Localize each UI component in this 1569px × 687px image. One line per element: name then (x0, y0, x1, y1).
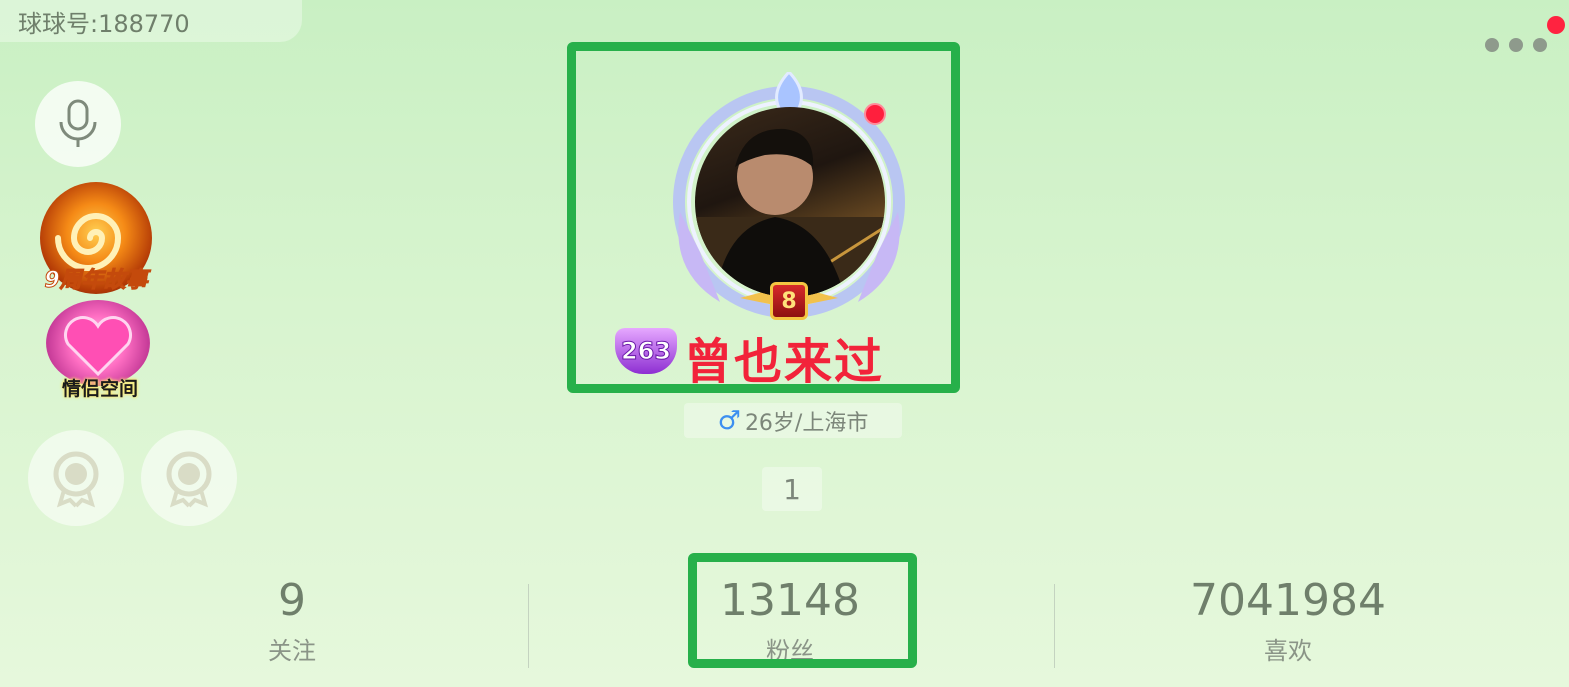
male-icon: ♂ (717, 405, 741, 436)
dot (1533, 38, 1547, 52)
dot (1485, 38, 1499, 52)
stat-divider (1054, 584, 1055, 668)
likes-stat[interactable]: 7041984 喜欢 (1138, 579, 1438, 666)
user-info-pill: ♂ 26岁/上海市 (684, 403, 902, 438)
couple-space-label[interactable]: 情侣空间 (30, 374, 170, 401)
following-label: 关注 (268, 637, 316, 665)
more-dots-icon[interactable] (1485, 38, 1547, 52)
likes-label: 喜欢 (1264, 637, 1312, 665)
microphone-icon (59, 99, 97, 147)
medal-slot-1[interactable] (28, 430, 124, 526)
highlight-box-fans (688, 553, 917, 668)
count-pill[interactable]: 1 (762, 467, 822, 511)
age-location: 26岁/上海市 (744, 410, 869, 436)
medal-icon (53, 451, 99, 508)
microphone-button[interactable] (35, 81, 121, 167)
count-value: 1 (783, 472, 801, 506)
user-id-text: 球球号:188770 (18, 9, 190, 38)
following-stat[interactable]: 9 关注 (142, 579, 442, 666)
dot (1509, 38, 1523, 52)
anniversary-story-label[interactable]: 9周年故事 (26, 262, 166, 294)
highlight-box-profile (567, 42, 960, 393)
following-count: 9 (278, 575, 306, 626)
medal-slot-2[interactable] (141, 430, 237, 526)
medal-icon (166, 451, 212, 508)
stat-divider (528, 584, 529, 668)
user-id-label[interactable]: 球球号:188770 (0, 0, 302, 42)
likes-count: 7041984 (1190, 575, 1386, 626)
notification-dot (1547, 16, 1565, 34)
